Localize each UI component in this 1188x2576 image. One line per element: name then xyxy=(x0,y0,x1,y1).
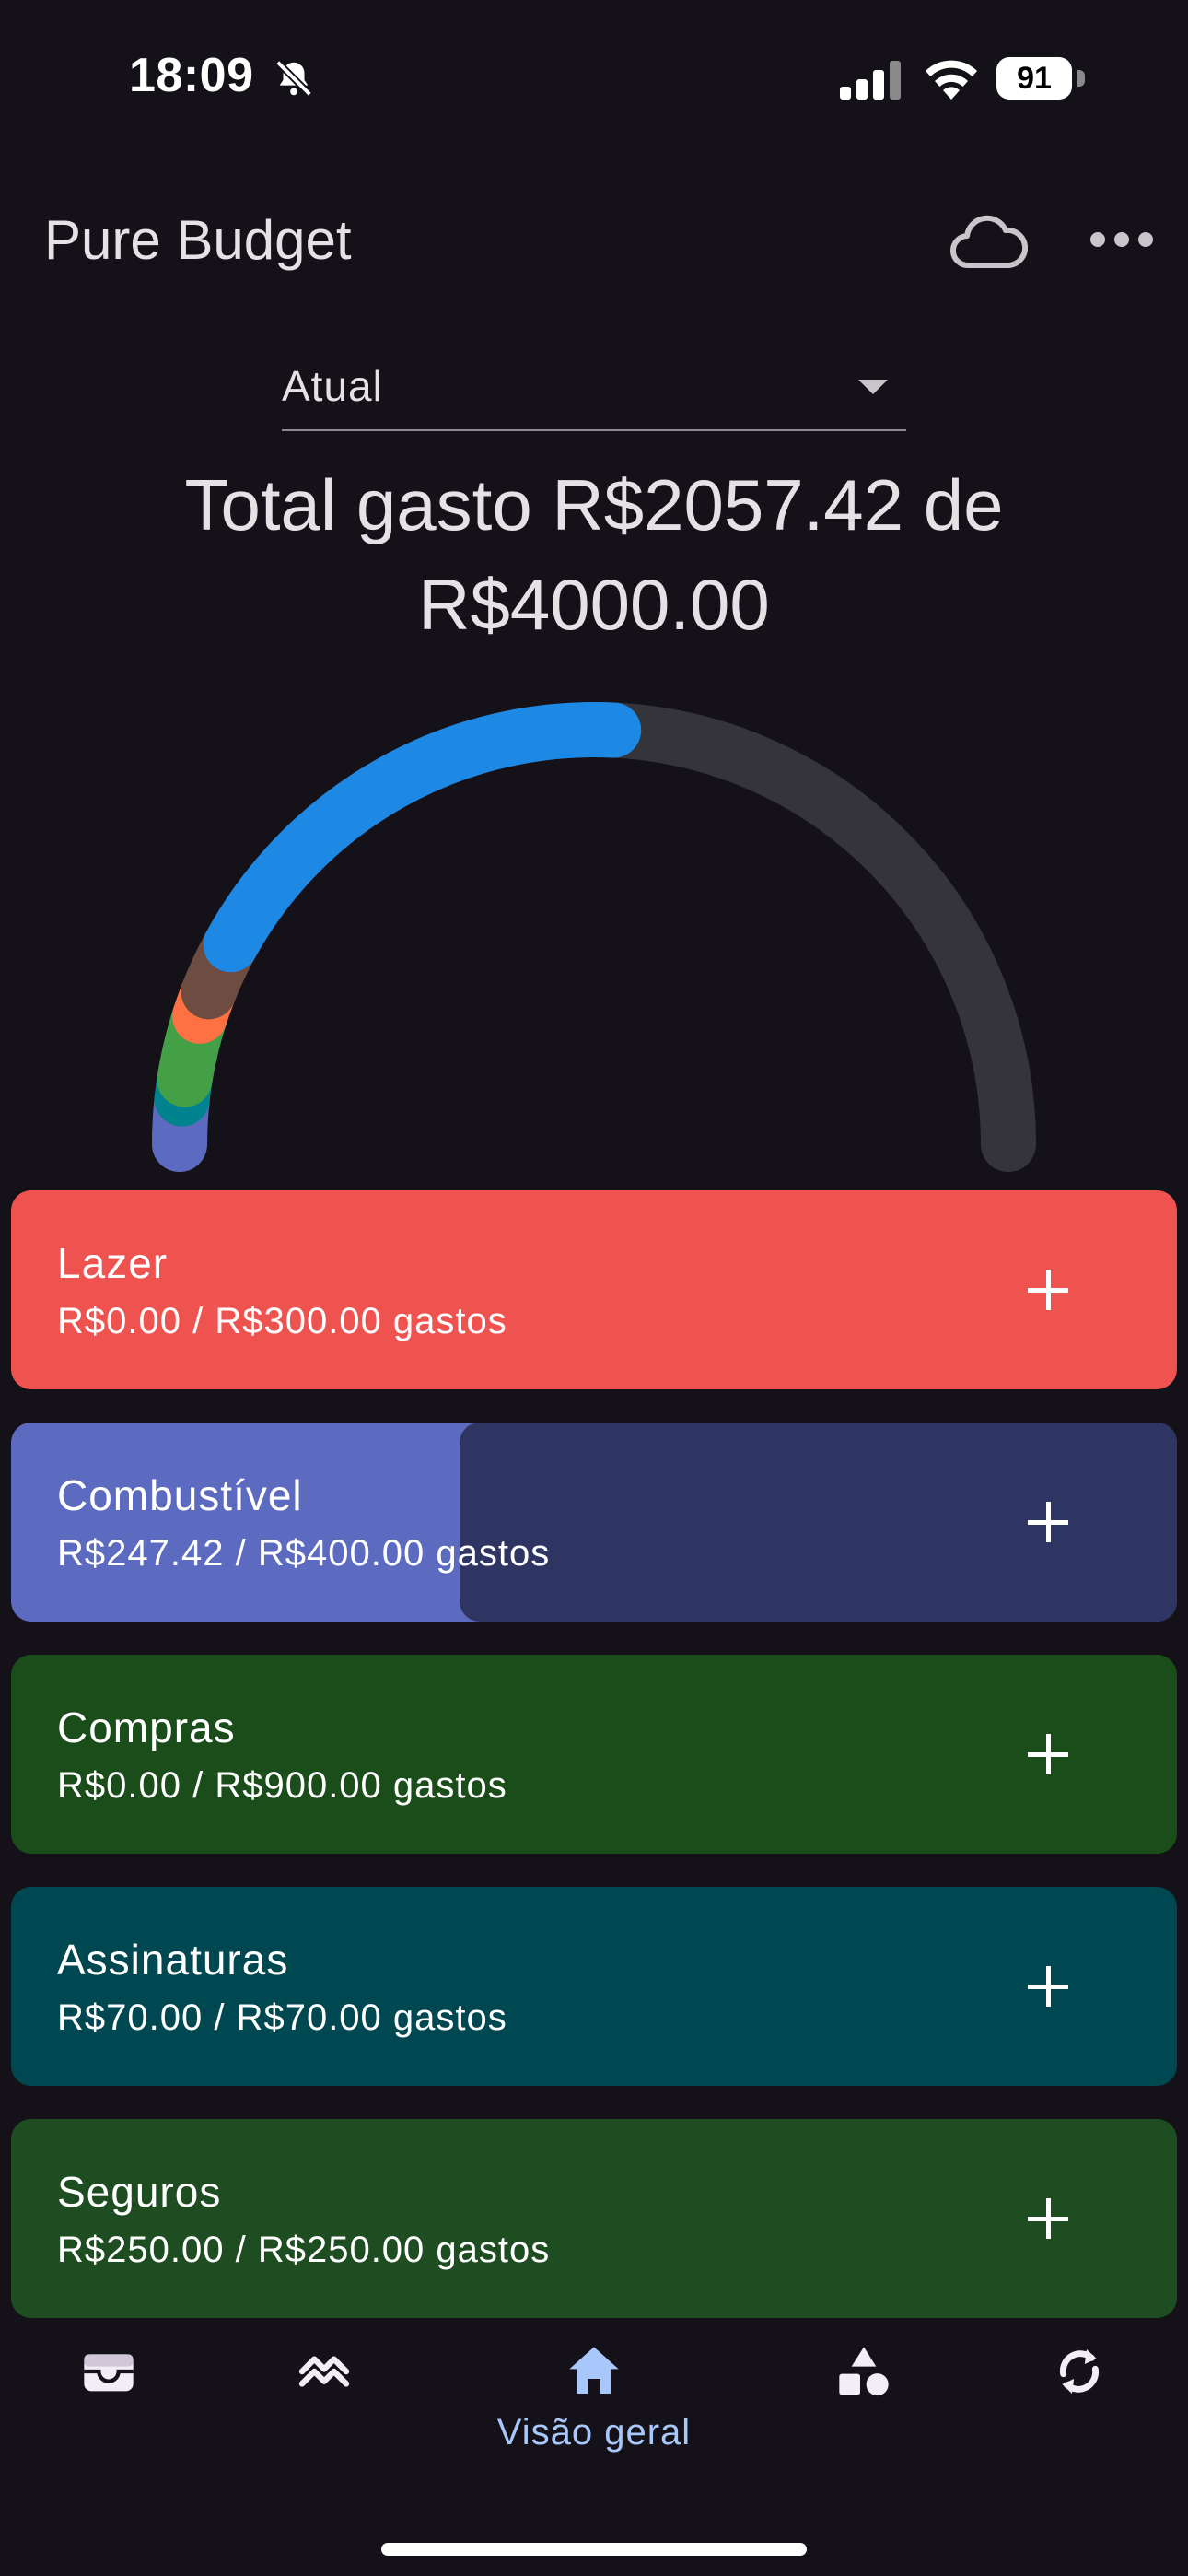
nav-item-overview[interactable]: Visão geral xyxy=(497,2329,690,2476)
category-card[interactable]: Seguros R$250.00 / R$250.00 gastos xyxy=(11,2119,1177,2318)
plus-icon[interactable] xyxy=(1020,1959,1076,2014)
cloud-icon[interactable] xyxy=(949,210,1028,275)
category-name: Combustível xyxy=(57,1471,303,1519)
bottom-navigation: Visão geral xyxy=(0,2329,1188,2513)
period-dropdown[interactable]: Atual xyxy=(282,350,906,431)
nav-item-wallet[interactable] xyxy=(17,2329,201,2476)
category-amount: R$250.00 / R$250.00 gastos xyxy=(57,2230,551,2270)
bell-off-icon xyxy=(275,60,312,97)
plus-icon[interactable] xyxy=(1020,1727,1076,1782)
category-amount: R$0.00 / R$300.00 gastos xyxy=(57,1301,507,1341)
category-card[interactable]: Combustível R$247.42 / R$400.00 gastos xyxy=(11,1423,1177,1622)
nav-item-categories[interactable] xyxy=(772,2329,956,2476)
plus-icon[interactable] xyxy=(1020,1494,1076,1550)
plus-icon[interactable] xyxy=(1020,1262,1076,1317)
trend-icon xyxy=(298,2356,350,2387)
nav-item-recurring[interactable] xyxy=(987,2329,1171,2476)
category-name: Seguros xyxy=(57,2168,222,2216)
battery-tip xyxy=(1077,70,1085,87)
category-card[interactable]: Compras R$0.00 / R$900.00 gastos xyxy=(11,1655,1177,1854)
category-list: Lazer R$0.00 / R$300.00 gastos Combustível… xyxy=(11,1190,1177,2351)
gauge-segment xyxy=(203,702,642,973)
total-spent-line1: Total gasto R$2057.42 de xyxy=(184,464,1004,545)
shapes-icon xyxy=(839,2347,889,2396)
category-card[interactable]: Assinaturas R$70.00 / R$70.00 gastos xyxy=(11,1887,1177,2086)
total-spent-line2: R$4000.00 xyxy=(418,564,770,645)
gauge-track xyxy=(152,702,1036,1172)
wallet-icon xyxy=(84,2354,134,2392)
home-indicator xyxy=(381,2543,807,2556)
category-amount: R$0.00 / R$900.00 gastos xyxy=(57,1765,507,1806)
nav-label-overview: Visão geral xyxy=(496,2412,692,2453)
category-amount: R$247.42 / R$400.00 gastos xyxy=(57,1533,551,1574)
status-bar: 18:09 91 xyxy=(0,0,1188,157)
period-selected: Atual xyxy=(282,362,383,410)
total-spent-text: Total gasto R$2057.42 de R$4000.00 xyxy=(111,455,1077,654)
category-card[interactable]: Lazer R$0.00 / R$300.00 gastos xyxy=(11,1190,1177,1389)
category-name: Assinaturas xyxy=(57,1936,289,1984)
nav-item-trend[interactable] xyxy=(232,2329,416,2476)
category-name: Lazer xyxy=(57,1239,169,1287)
battery-level: 91 xyxy=(996,57,1072,100)
cellular-signal-icon xyxy=(840,61,901,100)
category-name: Compras xyxy=(57,1704,236,1751)
dropdown-arrow-icon xyxy=(858,380,888,394)
more-horizontal-icon[interactable] xyxy=(1085,221,1159,258)
sync-icon xyxy=(1059,2349,1100,2394)
plus-icon[interactable] xyxy=(1020,2191,1076,2246)
category-amount: R$70.00 / R$70.00 gastos xyxy=(57,1997,507,2038)
budget-gauge xyxy=(152,702,1036,1172)
battery-icon: 91 xyxy=(996,57,1087,100)
status-time: 18:09 xyxy=(129,49,254,102)
wifi-icon xyxy=(926,60,977,100)
app-title: Pure Budget xyxy=(44,209,352,271)
home-icon xyxy=(569,2347,619,2394)
